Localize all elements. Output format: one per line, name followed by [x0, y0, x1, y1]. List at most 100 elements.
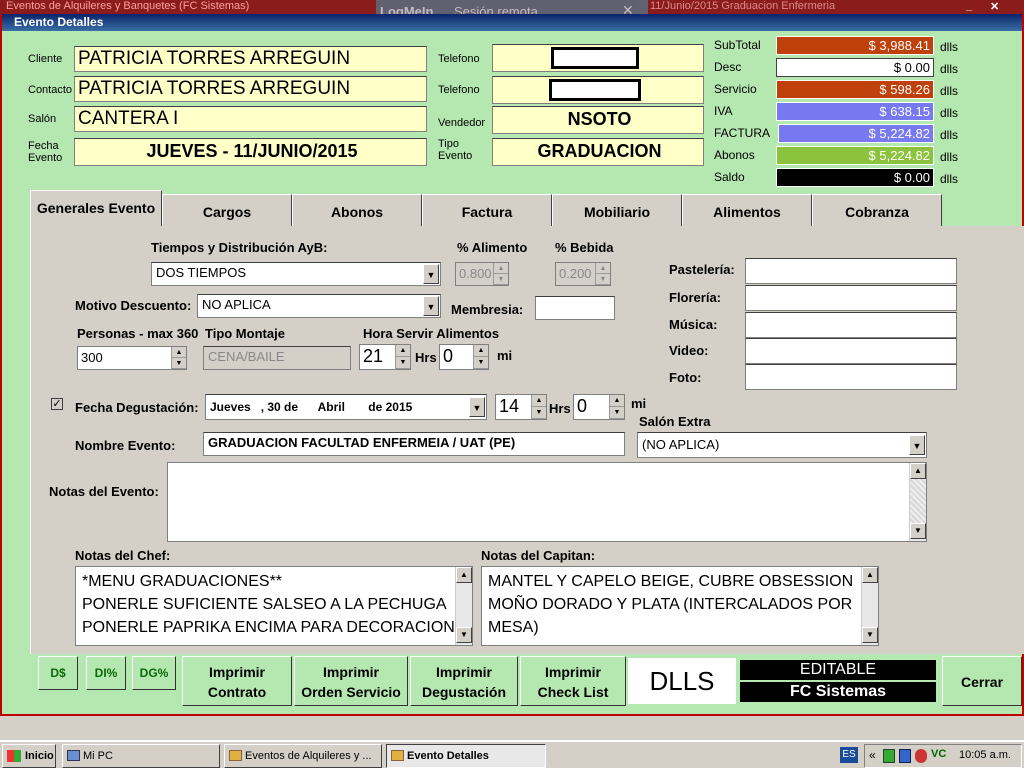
task-eventos[interactable]: Eventos de Alquileres y ... [224, 744, 382, 768]
stepper-arrows[interactable]: ▲ ▼ [609, 395, 624, 419]
total-label: Servicio [714, 82, 757, 96]
start-button[interactable]: Inicio [2, 744, 56, 768]
notas-capitan-line: MOÑO DORADO Y PLATA (INTERCALADOS POR [488, 596, 853, 613]
membresia-field[interactable] [535, 296, 615, 320]
tab-abonos[interactable]: Abonos [292, 194, 422, 228]
scrollbar[interactable]: ▲ ▼ [909, 463, 926, 541]
language-indicator[interactable]: ES [840, 747, 858, 763]
notas-evento-textarea[interactable]: ▲ ▼ [167, 462, 927, 542]
nombre-evento-field[interactable]: GRADUACION FACULTAD ENFERMEIA / UAT (PE) [203, 432, 625, 456]
salon-extra-value: (NO APLICA) [642, 437, 720, 452]
bebida-value: 0.200 [559, 266, 592, 281]
scroll-down-icon[interactable]: ▼ [456, 627, 472, 643]
alimento-stepper[interactable]: 0.800 ▲ ▼ [455, 262, 509, 286]
di-pct-button[interactable]: DI% [86, 656, 126, 690]
imprimir-contrato-button[interactable]: Imprimir Contrato [182, 656, 292, 706]
scroll-up-icon[interactable]: ▲ [862, 567, 878, 583]
notas-capitan-line: MANTEL Y CAPELO BEIGE, CUBRE OBSESSION [488, 573, 854, 590]
scroll-up-icon[interactable]: ▲ [910, 463, 926, 479]
vc-icon[interactable]: VC [931, 748, 946, 760]
pasteleria-label: Pastelería: [669, 262, 735, 277]
musica-label: Música: [669, 317, 718, 332]
imprimir-check-list-button[interactable]: Imprimir Check List [520, 656, 626, 706]
chevron-down-icon[interactable]: ▼ [909, 435, 925, 455]
antivirus-icon[interactable] [915, 749, 927, 763]
stepper-arrows[interactable]: ▲ ▼ [595, 263, 610, 285]
chevron-down-icon[interactable]: ▼ [423, 264, 439, 284]
scroll-down-icon[interactable]: ▼ [862, 627, 878, 643]
floreria-field[interactable] [745, 285, 957, 311]
notas-chef-textarea[interactable]: *MENU GRADUACIONES** PONERLE SUFICIENTE … [75, 566, 473, 646]
chevron-down-icon[interactable]: ▼ [469, 397, 485, 417]
scroll-down-icon[interactable]: ▼ [910, 523, 926, 539]
telefono2-field[interactable] [492, 76, 704, 104]
stepper-arrows[interactable]: ▲ ▼ [493, 263, 508, 285]
motivo-select[interactable]: NO APLICA ▼ [197, 294, 441, 318]
montaje-label: Tipo Montaje [205, 326, 285, 341]
task-mi-pc[interactable]: Mi PC [62, 744, 220, 768]
tab-alimentos[interactable]: Alimentos [682, 194, 812, 228]
hora-hrs-stepper[interactable]: 21 ▲ ▼ [359, 344, 411, 370]
cliente-field[interactable]: PATRICIA TORRES ARREGUIN [74, 46, 427, 72]
tab-cargos[interactable]: Cargos [162, 194, 292, 228]
notas-chef-line: PONERLE SUFICIENTE SALSEO A LA PECHUGA [82, 596, 447, 613]
tiempos-select[interactable]: DOS TIEMPOS ▼ [151, 262, 441, 286]
notas-evento-label: Notas del Evento: [49, 484, 159, 499]
tab-factura[interactable]: Factura [422, 194, 552, 228]
salon-label: Salón [28, 113, 57, 125]
musica-field[interactable] [745, 312, 957, 338]
pasteleria-field[interactable] [745, 258, 957, 284]
stepper-arrows[interactable]: ▲ ▼ [473, 345, 488, 369]
total-value-box: $ 5,224.82 [778, 124, 934, 143]
tab-cobranza[interactable]: Cobranza [812, 194, 942, 228]
total-unit: dlls [940, 128, 959, 142]
deg-min-stepper[interactable]: 0 ▲ ▼ [573, 394, 625, 420]
tab-generales-evento[interactable]: Generales Evento [30, 190, 162, 228]
tipo-evento-field[interactable]: GRADUACION [492, 138, 704, 166]
scroll-track[interactable] [456, 583, 472, 627]
network-icon[interactable] [883, 749, 895, 763]
total-unit: dlls [940, 106, 959, 120]
contacto-field[interactable]: PATRICIA TORRES ARREGUIN [74, 76, 427, 102]
d-dollar-button[interactable]: D$ [38, 656, 78, 690]
scrollbar[interactable]: ▲ ▼ [861, 567, 878, 645]
scrollbar[interactable]: ▲ ▼ [455, 567, 472, 645]
notas-capitan-textarea[interactable]: MANTEL Y CAPELO BEIGE, CUBRE OBSESSION M… [481, 566, 879, 646]
editable-badge: EDITABLE [740, 660, 936, 680]
minimize-icon[interactable]: _ [966, 0, 972, 12]
degustacion-date-picker[interactable]: Jueves , 30 de Abril de 2015 ▼ [205, 394, 487, 420]
personas-stepper[interactable]: 300 ▲ ▼ [77, 346, 187, 370]
bebida-stepper[interactable]: 0.200 ▲ ▼ [555, 262, 611, 286]
app-icon [391, 750, 404, 761]
salon-field[interactable]: CANTERA I [74, 106, 427, 132]
deg-hrs-stepper[interactable]: 14 ▲ ▼ [495, 394, 547, 420]
video-field[interactable] [745, 338, 957, 364]
shield-icon[interactable] [899, 749, 911, 763]
telefono1-field[interactable] [492, 44, 704, 72]
stepper-arrows[interactable]: ▲ ▼ [171, 347, 186, 369]
evento-detalles-dialog: Evento Detalles Cliente Contacto Salón F… [0, 14, 1024, 716]
stepper-arrows[interactable]: ▲ ▼ [395, 345, 410, 369]
scroll-track[interactable] [910, 479, 926, 523]
hora-min-stepper[interactable]: 0 ▲ ▼ [439, 344, 489, 370]
cerrar-button[interactable]: Cerrar [942, 656, 1022, 706]
fecha-evento-field[interactable]: JUEVES - 11/JUNIO/2015 [74, 138, 427, 166]
stepper-arrows[interactable]: ▲ ▼ [531, 395, 546, 419]
scroll-track[interactable] [862, 583, 878, 627]
imprimir-degustacion-button[interactable]: Imprimir Degustación [410, 656, 518, 706]
imprimir-orden-servicio-button[interactable]: Imprimir Orden Servicio [294, 656, 408, 706]
salon-extra-select[interactable]: (NO APLICA) ▼ [637, 432, 927, 458]
bebida-label: % Bebida [555, 240, 614, 255]
degustacion-checkbox[interactable]: ✓ [51, 398, 63, 410]
scroll-up-icon[interactable]: ▲ [456, 567, 472, 583]
montaje-field[interactable]: CENA/BAILE [203, 346, 351, 370]
close-icon[interactable]: ✕ [990, 0, 999, 13]
foto-field[interactable] [745, 364, 957, 390]
tab-mobiliario[interactable]: Mobiliario [552, 194, 682, 228]
dg-pct-button[interactable]: DG% [132, 656, 176, 690]
task-evento-detalles[interactable]: Evento Detalles [386, 744, 546, 768]
tray-expand-icon[interactable]: « [869, 748, 876, 762]
tab-strip: Generales Evento Cargos Abonos Factura M… [30, 190, 1024, 228]
chevron-down-icon[interactable]: ▼ [423, 296, 439, 316]
vendedor-field[interactable]: NSOTO [492, 106, 704, 134]
